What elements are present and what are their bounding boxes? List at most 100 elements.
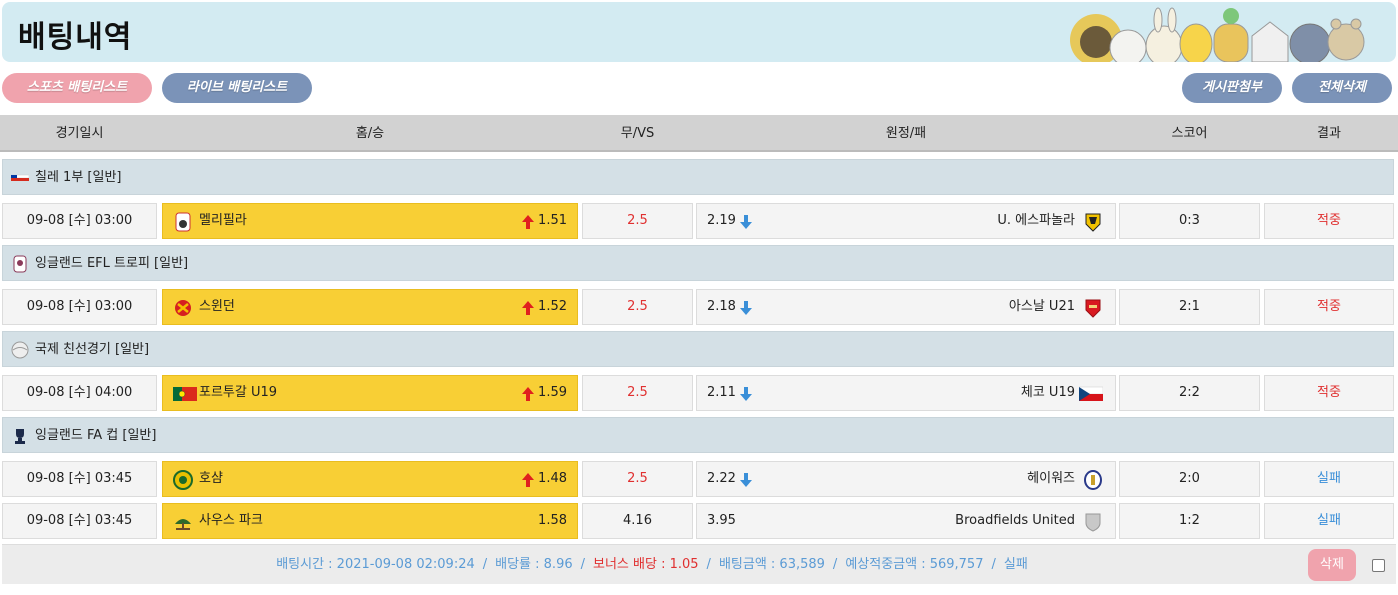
match-score: 2:2: [1119, 375, 1260, 411]
col-date: 경기일시: [55, 126, 104, 141]
home-pick-cell[interactable]: 스윈던 1.52: [162, 289, 578, 325]
shield-icon: [1085, 513, 1101, 532]
arrow-up-icon: [522, 215, 534, 229]
bet-status: 실패: [1003, 557, 1028, 572]
match-date: 09-08 [수] 03:45: [2, 461, 157, 497]
match-date: 09-08 [수] 03:00: [2, 203, 157, 239]
home-odd: 1.51: [538, 213, 567, 228]
table-header: 경기일시 홈/승 무/VS 원정/패 스코어 결과: [0, 115, 1398, 152]
team-crest-icon: [175, 212, 191, 232]
away-pick-cell[interactable]: 3.95 Broadfields United: [696, 503, 1116, 539]
mascot-characters-icon: [1070, 7, 1365, 62]
league-name: 칠레 1부 [일반]: [35, 170, 122, 185]
match-score: 1:2: [1119, 503, 1260, 539]
home-team-name: 멜리필라: [199, 213, 247, 228]
draw-odd-cell[interactable]: 2.5: [582, 289, 693, 325]
match-date: 09-08 [수] 03:45: [2, 503, 157, 539]
away-team-name: Broadfields United: [955, 513, 1075, 528]
arrow-down-icon: [740, 301, 752, 315]
match-result: 적중: [1264, 289, 1394, 325]
team-crest-icon: [173, 470, 193, 490]
home-pick-cell[interactable]: 사우스 파크 1.58: [162, 503, 578, 539]
away-pick-cell[interactable]: 2.18 아스날 U21: [696, 289, 1116, 325]
attach-to-board-button[interactable]: 게시판첨부: [1182, 73, 1282, 103]
match-result: 적중: [1264, 203, 1394, 239]
separator: /: [580, 557, 586, 572]
international-icon: [11, 341, 29, 359]
home-pick-cell[interactable]: 멜리필라 1.51: [162, 203, 578, 239]
match-date: 09-08 [수] 04:00: [2, 375, 157, 411]
col-home: 홈/승: [355, 126, 385, 141]
bet-summary: 배팅시간 : 2021-09-08 02:09:24 / 배당률 : 8.96 / 보너…: [2, 545, 1302, 585]
header-banner: 배팅내역: [2, 2, 1396, 62]
match-result: 실패: [1264, 503, 1394, 539]
bet-amount: 배팅금액 : 63,589: [718, 557, 825, 572]
arrow-down-icon: [740, 473, 752, 487]
team-crest-icon: [1085, 213, 1101, 232]
league-name: 잉글랜드 EFL 트로피 [일반]: [35, 256, 189, 271]
draw-odd-cell[interactable]: 2.5: [582, 461, 693, 497]
away-team-name: 헤이워즈: [1027, 471, 1075, 486]
delete-all-button[interactable]: 전체삭제: [1292, 73, 1392, 103]
arrow-down-icon: [740, 387, 752, 401]
page-title: 배팅내역: [18, 20, 133, 55]
live-bet-list-button[interactable]: 라이브 배팅리스트: [162, 73, 312, 103]
home-odd: 1.52: [538, 299, 567, 314]
arrow-down-icon: [740, 215, 752, 229]
home-team-name: 호샴: [199, 471, 223, 486]
draw-odd-cell[interactable]: 4.16: [582, 503, 693, 539]
match-result: 적중: [1264, 375, 1394, 411]
chile-flag-icon: [11, 174, 29, 181]
select-checkbox[interactable]: [1372, 559, 1385, 572]
away-pick-cell[interactable]: 2.19 U. 에스파놀라: [696, 203, 1116, 239]
league-row: 칠레 1부 [일반]: [2, 159, 1394, 195]
expected-payout: 예상적중금액 : 569,757: [845, 557, 984, 572]
home-pick-cell[interactable]: 호샴 1.48: [162, 461, 578, 497]
delete-button[interactable]: 삭제: [1308, 549, 1356, 581]
arrow-up-icon: [522, 301, 534, 315]
col-draw: 무/VS: [620, 126, 655, 141]
match-score: 2:1: [1119, 289, 1260, 325]
draw-odd-cell[interactable]: 2.5: [582, 203, 693, 239]
bonus-odds: 보너스 배당 : 1.05: [593, 557, 699, 572]
team-crest-icon: [175, 300, 191, 316]
home-pick-cell[interactable]: 포르투갈 U19 1.59: [162, 375, 578, 411]
team-crest-icon: [1084, 470, 1102, 490]
match-score: 2:0: [1119, 461, 1260, 497]
away-odd: 2.22: [707, 471, 736, 486]
bet-summary-footer: 배팅시간 : 2021-09-08 02:09:24 / 배당률 : 8.96 / 보너…: [2, 544, 1396, 584]
czech-flag-icon: [1079, 386, 1103, 401]
draw-odd-cell[interactable]: 2.5: [582, 375, 693, 411]
sports-bet-list-button[interactable]: 스포츠 배팅리스트: [2, 73, 152, 103]
away-team-name: U. 에스파놀라: [997, 213, 1075, 228]
col-score: 스코어: [1171, 126, 1208, 141]
fa-cup-icon: [15, 429, 25, 444]
away-odd: 3.95: [707, 513, 736, 528]
col-away: 원정/패: [885, 126, 927, 141]
league-row: 잉글랜드 FA 컵 [일반]: [2, 417, 1394, 453]
team-crest-icon: [1085, 299, 1101, 318]
match-date: 09-08 [수] 03:00: [2, 289, 157, 325]
home-odd: 1.59: [538, 385, 567, 400]
home-team-name: 포르투갈 U19: [199, 385, 278, 400]
match-result: 실패: [1264, 461, 1394, 497]
league-name: 잉글랜드 FA 컵 [일반]: [35, 428, 157, 443]
away-odd: 2.11: [707, 385, 736, 400]
away-odd: 2.19: [707, 213, 736, 228]
home-team-name: 스윈던: [199, 299, 235, 314]
total-odds: 배당률 : 8.96: [495, 557, 573, 572]
match-score: 0:3: [1119, 203, 1260, 239]
away-pick-cell[interactable]: 2.11 체코 U19: [696, 375, 1116, 411]
away-pick-cell[interactable]: 2.22 헤이워즈: [696, 461, 1116, 497]
bet-time: 배팅시간 : 2021-09-08 02:09:24: [276, 557, 475, 572]
home-team-name: 사우스 파크: [199, 513, 263, 528]
team-crest-icon: [175, 519, 191, 530]
league-row: 국제 친선경기 [일반]: [2, 331, 1394, 367]
home-odd: 1.58: [538, 513, 567, 528]
league-name: 국제 친선경기 [일반]: [35, 342, 150, 357]
arrow-up-icon: [522, 473, 534, 487]
away-team-name: 체코 U19: [1020, 385, 1075, 400]
away-odd: 2.18: [707, 299, 736, 314]
separator: /: [991, 557, 996, 572]
home-odd: 1.48: [538, 471, 567, 486]
